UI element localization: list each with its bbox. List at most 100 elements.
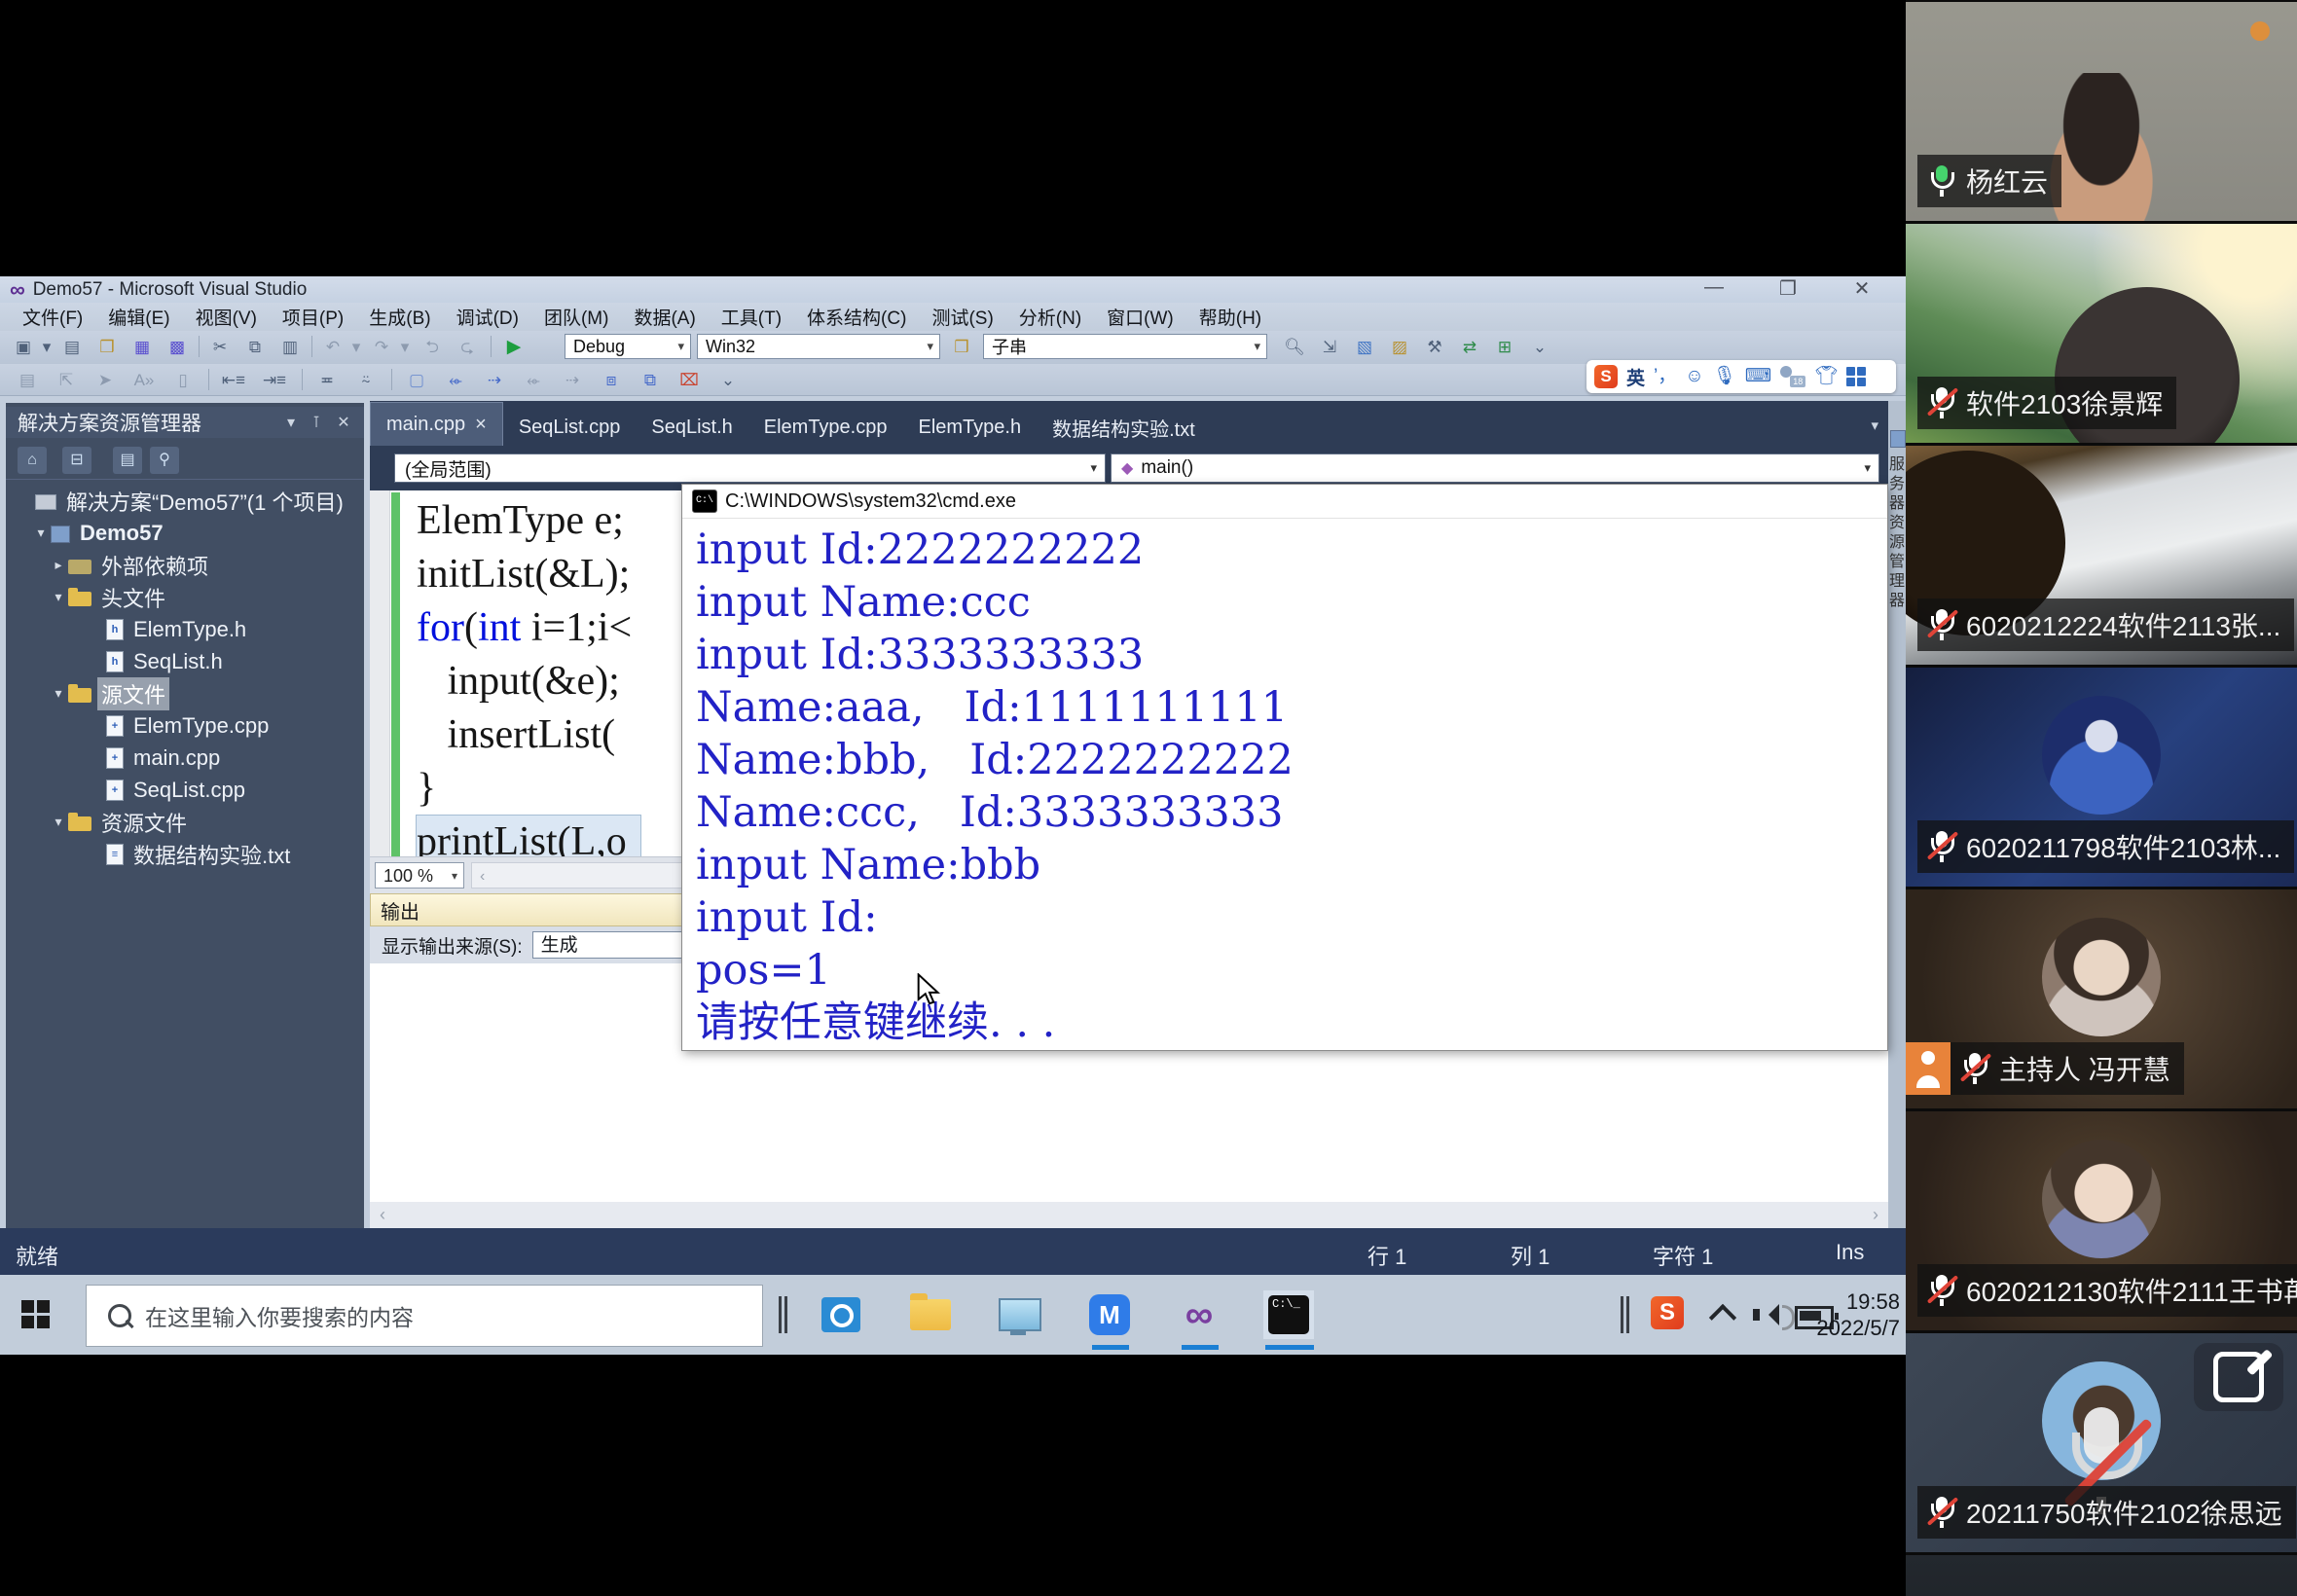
tree-item[interactable]: ≡数据结构实验.txt bbox=[6, 838, 364, 870]
document-tab[interactable]: ElemType.cpp bbox=[748, 409, 903, 446]
undo-caret-icon[interactable]: ▾ bbox=[350, 335, 362, 360]
language-indicator[interactable]: 英 bbox=[1626, 364, 1645, 390]
document-tab[interactable]: main.cpp× bbox=[370, 402, 503, 446]
start-button[interactable] bbox=[21, 1300, 51, 1329]
account-icon[interactable]: 18 bbox=[1780, 366, 1805, 387]
tree-item[interactable]: hElemType.h bbox=[6, 613, 364, 645]
prev-bookmark-icon[interactable]: ⬰ bbox=[442, 368, 469, 393]
close-button[interactable]: ✕ bbox=[1847, 276, 1877, 301]
participant-tile[interactable]: 6020212130软件2111王书苒 bbox=[1906, 1111, 2297, 1330]
menu-item[interactable]: 测试(S) bbox=[919, 304, 1005, 330]
comment-icon[interactable]: ≖ bbox=[313, 368, 341, 393]
solution-explorer-icon[interactable]: ▧ bbox=[1351, 335, 1378, 360]
platform-combo[interactable]: Win32 ▾ bbox=[697, 334, 940, 359]
combo-caret-icon[interactable]: ▾ bbox=[1254, 339, 1260, 354]
menu-item[interactable]: 视图(V) bbox=[183, 304, 270, 330]
voice-input-icon[interactable]: 🎙︎ bbox=[1713, 365, 1736, 388]
menu-item[interactable]: 分析(N) bbox=[1006, 304, 1094, 330]
member-list-icon[interactable]: ⇱ bbox=[53, 368, 80, 393]
configuration-combo[interactable]: Debug ▾ bbox=[565, 334, 691, 359]
next-bookmark-icon[interactable]: ⇢ bbox=[481, 368, 508, 393]
se-view-class-icon[interactable]: ⚲ bbox=[150, 447, 179, 474]
combo-caret-icon[interactable]: ▾ bbox=[677, 339, 684, 354]
word-info-icon[interactable]: ➤ bbox=[91, 368, 119, 393]
paste-icon[interactable]: ▥ bbox=[276, 335, 304, 360]
scroll-right-icon[interactable]: › bbox=[1873, 1205, 1878, 1225]
solution-explorer-header[interactable]: 解决方案资源管理器 ▾ ⊺ ✕ bbox=[6, 407, 364, 438]
scope-combo[interactable]: (全局范围) ▾ bbox=[394, 453, 1106, 483]
participant-tile[interactable]: 20211750软件2102徐思远 bbox=[1906, 1333, 2297, 1552]
uncomment-icon[interactable]: ⍨ bbox=[352, 368, 380, 393]
tree-expander-icon[interactable]: ▾ bbox=[49, 685, 68, 702]
menu-item[interactable]: 窗口(W) bbox=[1094, 304, 1186, 330]
vs-titlebar[interactable]: ∞ Demo57 - Microsoft Visual Studio — ❐ ✕ bbox=[0, 276, 1906, 303]
tab-close-icon[interactable]: × bbox=[475, 414, 487, 436]
tree-item[interactable]: ▸外部依赖项 bbox=[6, 549, 364, 581]
document-tab[interactable]: ElemType.h bbox=[902, 409, 1037, 446]
zoom-combo[interactable]: 100 % ▾ bbox=[375, 862, 464, 889]
find-next-icon[interactable]: ⇲ bbox=[1316, 335, 1343, 360]
tree-expander-icon[interactable]: ▾ bbox=[49, 814, 68, 830]
menu-item[interactable]: 工具(T) bbox=[709, 304, 794, 330]
parameter-info-icon[interactable]: A» bbox=[130, 368, 158, 393]
skin-icon[interactable]: 👕︎ bbox=[1814, 365, 1838, 388]
combo-caret-icon[interactable]: ▾ bbox=[1864, 460, 1871, 476]
tree-item[interactable]: +ElemType.cpp bbox=[6, 709, 364, 742]
tree-item[interactable]: ▾源文件 bbox=[6, 677, 364, 709]
menu-item[interactable]: 文件(F) bbox=[10, 304, 95, 330]
method-combo[interactable]: ◆ main() ▾ bbox=[1111, 453, 1879, 483]
next-bookmark-folder-icon[interactable]: ⇢ bbox=[559, 368, 586, 393]
sogou-tray-icon[interactable]: S bbox=[1651, 1296, 1684, 1329]
participant-tile[interactable]: 杨红云 bbox=[1906, 2, 2297, 221]
tree-item[interactable]: ▾Demo57 bbox=[6, 517, 364, 549]
combo-caret-icon[interactable]: ▾ bbox=[927, 339, 933, 354]
find-icon[interactable]: 🔍︎ bbox=[1281, 335, 1308, 360]
bookmark-icon[interactable]: ▢ bbox=[403, 368, 430, 393]
display-objects-icon[interactable]: ▤ bbox=[14, 368, 41, 393]
se-properties-icon[interactable]: ▤ bbox=[113, 447, 142, 474]
search-combo[interactable]: 子串 ▾ bbox=[983, 334, 1267, 359]
file-explorer-button[interactable] bbox=[905, 1290, 956, 1339]
navigate-forward-icon[interactable]: ⮎ bbox=[454, 335, 481, 360]
document-tab[interactable]: SeqList.cpp bbox=[503, 409, 637, 446]
new-caret-icon[interactable]: ▾ bbox=[41, 335, 53, 360]
redo-caret-icon[interactable]: ▾ bbox=[399, 335, 411, 360]
combo-caret-icon[interactable]: ▾ bbox=[452, 863, 457, 889]
visual-studio-button[interactable]: ∞ bbox=[1174, 1290, 1224, 1339]
extension-icon[interactable]: ⇄ bbox=[1456, 335, 1483, 360]
menu-item[interactable]: 帮助(H) bbox=[1186, 304, 1274, 330]
navigate-back-icon[interactable]: ⮌ bbox=[419, 335, 446, 360]
menu-item[interactable]: 数据(A) bbox=[621, 304, 708, 330]
minimize-button[interactable]: — bbox=[1699, 276, 1729, 301]
menu-item[interactable]: 生成(B) bbox=[356, 304, 443, 330]
tencent-meeting-button[interactable]: M bbox=[1084, 1290, 1135, 1339]
indent-icon[interactable]: ⇥≡ bbox=[261, 368, 288, 393]
outdent-icon[interactable]: ⇤≡ bbox=[220, 368, 247, 393]
add-reference-icon[interactable]: ⊞ bbox=[1491, 335, 1518, 360]
tree-item[interactable]: 解决方案“Demo57”(1 个项目) bbox=[6, 485, 364, 517]
participant-tile[interactable] bbox=[1906, 1555, 2297, 1596]
group-horizontal-scrollbar[interactable]: ‹ › bbox=[370, 1202, 1888, 1228]
scroll-left-icon[interactable]: ‹ bbox=[380, 1205, 385, 1225]
bookmark-all-icon[interactable]: ⧉ bbox=[637, 368, 664, 393]
document-tab[interactable]: 数据结构实验.txt bbox=[1037, 409, 1211, 446]
tray-expand-icon[interactable] bbox=[1709, 1304, 1736, 1331]
participant-tile[interactable]: 主持人 冯开慧 bbox=[1906, 889, 2297, 1108]
tree-item[interactable]: ▾资源文件 bbox=[6, 806, 364, 838]
se-collapse-all-icon[interactable]: ⊟ bbox=[62, 447, 91, 474]
save-all-icon[interactable]: ▩ bbox=[164, 335, 191, 360]
menu-item[interactable]: 编辑(E) bbox=[95, 304, 182, 330]
panel-close-icon[interactable]: ✕ bbox=[333, 413, 354, 432]
menu-item[interactable]: 调试(D) bbox=[444, 304, 531, 330]
server-explorer-vertical-tab[interactable]: 服务器资源管理器 bbox=[1888, 455, 1906, 611]
se-home-icon[interactable]: ⌂ bbox=[18, 447, 47, 474]
sogou-logo-icon[interactable]: S bbox=[1594, 365, 1618, 388]
cmd-taskbar-button[interactable]: C:\_ bbox=[1263, 1290, 1314, 1339]
tree-item[interactable]: hSeqList.h bbox=[6, 645, 364, 677]
tree-expander-icon[interactable]: ▸ bbox=[49, 557, 68, 573]
combo-caret-icon[interactable]: ▾ bbox=[1090, 460, 1097, 476]
toolbar-overflow-icon[interactable]: ⌄ bbox=[1526, 335, 1553, 360]
tree-expander-icon[interactable]: ▾ bbox=[49, 589, 68, 605]
breakpoint-margin[interactable] bbox=[370, 490, 390, 856]
maximize-button[interactable]: ❐ bbox=[1773, 276, 1803, 301]
